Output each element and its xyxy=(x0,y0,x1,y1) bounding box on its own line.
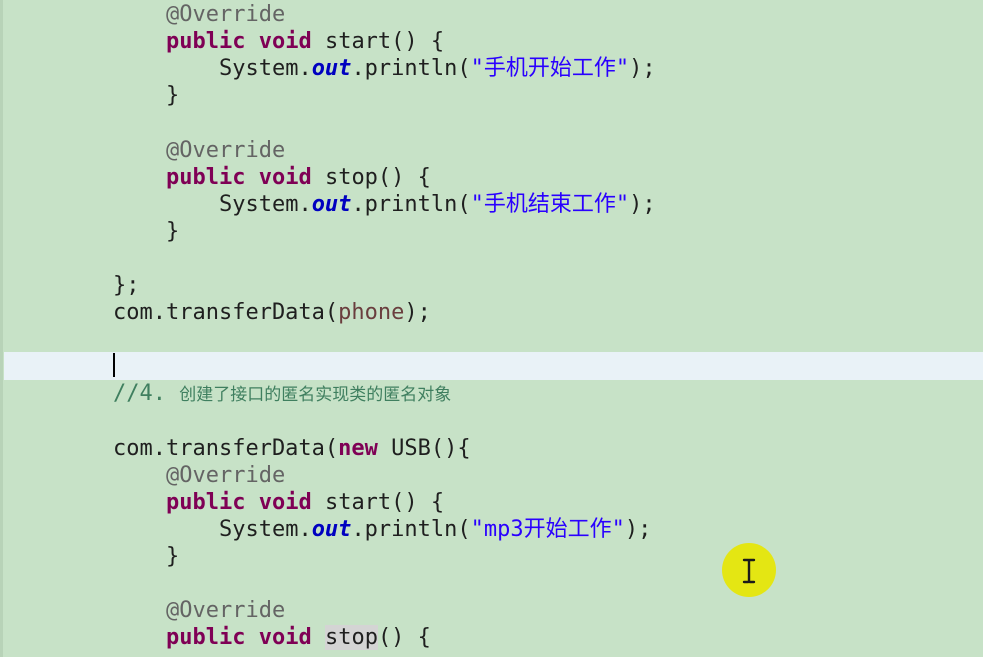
code-token: } xyxy=(165,83,180,109)
code-token: () { xyxy=(377,625,431,651)
code-editor[interactable]: @Override public void start() { System.o… xyxy=(0,0,983,657)
code-token: com.transferData( xyxy=(113,435,339,461)
code-line[interactable]: public void stop() { xyxy=(113,624,983,651)
code-token: public xyxy=(165,29,246,55)
code-token: @Override xyxy=(165,598,286,624)
code-token: ); xyxy=(404,300,431,326)
code-line[interactable]: } xyxy=(113,82,983,109)
code-line[interactable]: @Override xyxy=(113,137,983,164)
code-line[interactable]: } xyxy=(113,543,983,570)
code-token: public xyxy=(165,164,246,190)
code-token: void xyxy=(258,164,312,190)
code-token: "手机结束工作" xyxy=(470,191,630,217)
editor-left-border xyxy=(0,0,3,657)
code-token: .println( xyxy=(351,56,471,82)
code-line[interactable]: @Override xyxy=(113,1,983,28)
code-token: "手机开始工作" xyxy=(470,56,630,82)
code-line[interactable]: public void start() { xyxy=(113,489,983,516)
code-token: public xyxy=(165,489,246,515)
code-token: out xyxy=(311,516,352,542)
code-token: stop() { xyxy=(311,164,431,190)
code-line[interactable]: public void stop() { xyxy=(113,164,983,191)
code-line[interactable] xyxy=(113,245,983,272)
text-cursor-ibeam-icon xyxy=(742,558,756,584)
code-token: out xyxy=(311,56,352,82)
code-token: public xyxy=(165,625,246,651)
text-caret xyxy=(113,353,115,377)
code-token: start() { xyxy=(311,489,445,515)
code-line[interactable]: com.transferData(phone); xyxy=(113,299,983,326)
code-token: } xyxy=(165,544,180,569)
code-line[interactable]: @Override xyxy=(113,462,983,489)
code-token: out xyxy=(311,191,352,217)
code-token: @Override xyxy=(165,137,286,163)
code-token: void xyxy=(258,29,312,55)
code-token: //4. xyxy=(113,381,180,407)
code-line[interactable] xyxy=(113,408,983,435)
code-line[interactable] xyxy=(113,326,983,353)
code-token: stop xyxy=(324,625,378,651)
code-token: System. xyxy=(218,56,312,82)
code-token: } xyxy=(165,218,180,244)
code-line[interactable]: //4. 创建了接口的匿名实现类的匿名对象 xyxy=(113,380,983,407)
code-token: System. xyxy=(218,191,312,217)
code-line[interactable]: } xyxy=(113,218,983,245)
code-token: void xyxy=(258,489,312,515)
code-line[interactable] xyxy=(113,109,983,136)
code-line[interactable]: System.out.println("mp3开始工作"); xyxy=(113,516,983,543)
code-line[interactable]: @Override xyxy=(113,597,983,624)
code-token: @Override xyxy=(165,462,286,488)
code-token: }; xyxy=(113,273,140,298)
code-token: start() { xyxy=(311,29,445,55)
code-token: "mp3开始工作" xyxy=(470,516,625,542)
code-token: ); xyxy=(629,56,656,82)
code-token: @Override xyxy=(165,2,286,27)
code-token: .println( xyxy=(351,191,471,217)
code-token: phone xyxy=(338,300,405,326)
code-token: void xyxy=(258,625,312,651)
code-line[interactable]: public void start() { xyxy=(113,28,983,55)
code-token: 创建了接口的匿名实现类的匿名对象 xyxy=(179,385,452,406)
code-line[interactable] xyxy=(113,570,983,597)
code-token: .println( xyxy=(351,516,471,542)
code-token: com.transferData( xyxy=(113,300,339,326)
code-token: USB(){ xyxy=(377,435,471,461)
code-token: System. xyxy=(218,516,312,542)
code-line[interactable]: System.out.println("手机结束工作"); xyxy=(113,191,983,218)
code-token: new xyxy=(338,435,378,461)
code-token: ); xyxy=(624,516,652,542)
code-line[interactable]: }; xyxy=(113,272,983,299)
code-line[interactable] xyxy=(113,353,983,380)
code-line[interactable]: System.out.println("手机开始工作"); xyxy=(113,55,983,82)
code-line[interactable]: com.transferData(new USB(){ xyxy=(113,435,983,462)
code-token: ); xyxy=(629,191,656,217)
